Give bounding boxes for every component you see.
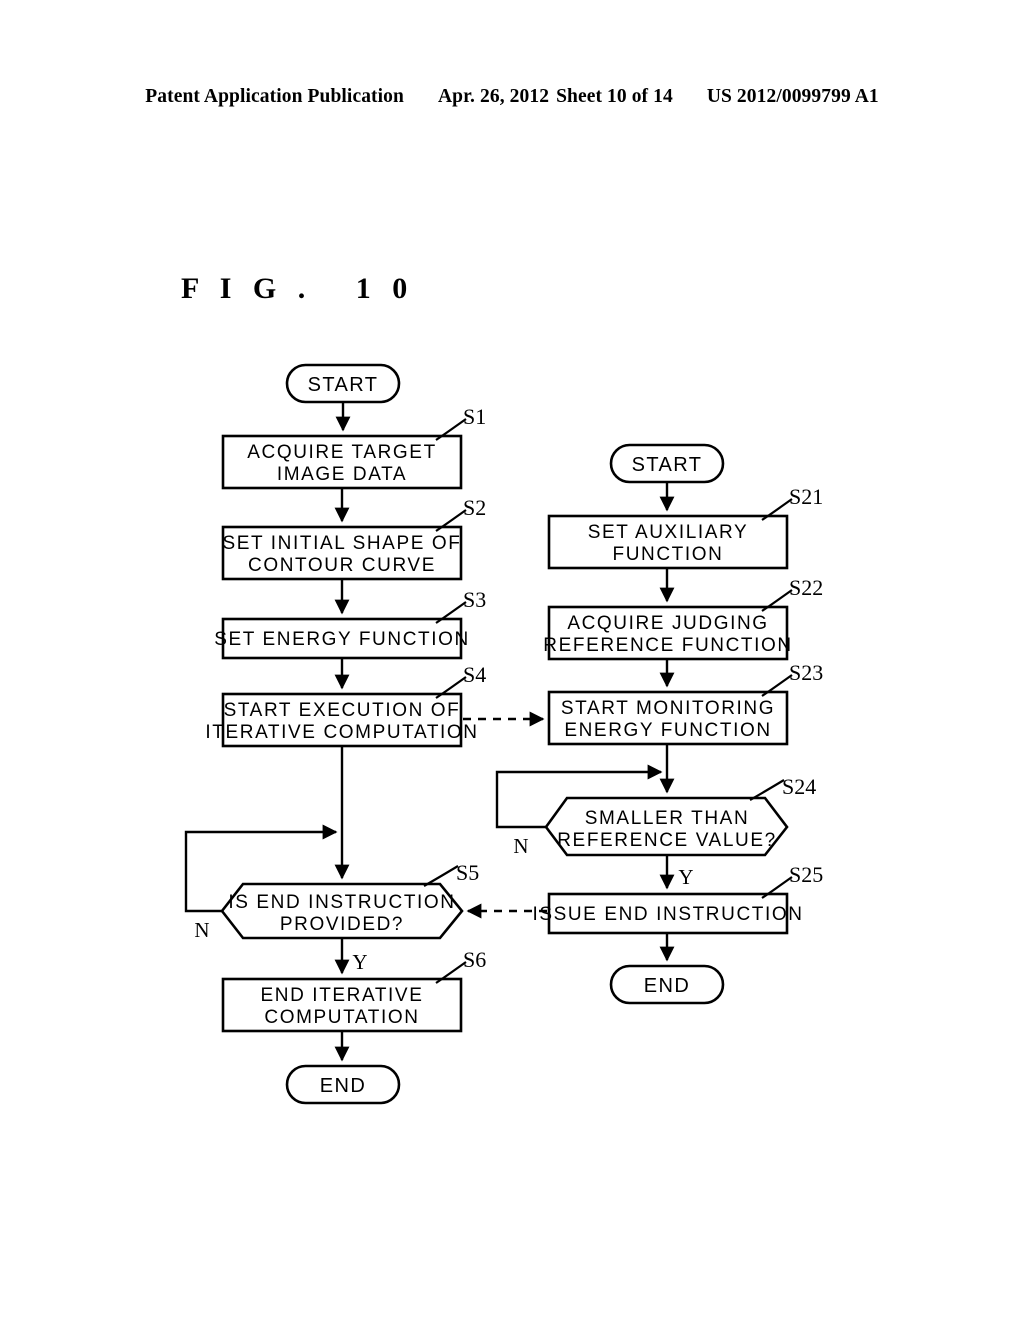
s4-text-line2: ITERATIVE COMPUTATION — [205, 722, 478, 743]
process-box-s6: END ITERATIVE COMPUTATION — [221, 977, 463, 1033]
s1-text-line1: ACQUIRE TARGET — [247, 442, 437, 463]
right-start-terminator: START — [609, 443, 725, 484]
s24-text-line2: REFERENCE VALUE? — [557, 830, 777, 851]
process-box-s3: SET ENERGY FUNCTION — [214, 617, 470, 660]
leader-line-s5 — [423, 865, 459, 887]
right-start-label: START — [632, 454, 703, 476]
process-box-s25: ISSUE END INSTRUCTION — [532, 892, 803, 935]
flowchart-diagram: START ACQUIRE TARGET IMAGE DATA S1 SET I… — [0, 0, 1024, 1320]
step-label-s3: S3 — [463, 587, 486, 612]
decision-hexagon-s24: SMALLER THAN REFERENCE VALUE? — [544, 796, 789, 857]
step-label-s4: S4 — [463, 662, 486, 687]
branch-label-s5-yes: Y — [352, 950, 367, 974]
process-box-s23: START MONITORING ENERGY FUNCTION — [547, 690, 789, 746]
s2-text-line1: SET INITIAL SHAPE OF — [223, 533, 462, 554]
step-label-s1: S1 — [463, 404, 486, 429]
s4-text-line1: START EXECUTION OF — [224, 700, 461, 721]
branch-label-s5-no: N — [194, 918, 209, 942]
step-label-s2: S2 — [463, 495, 486, 520]
left-start-label: START — [308, 374, 379, 396]
decision-hexagon-s5: IS END INSTRUCTION PROVIDED? — [220, 882, 464, 940]
s21-text-line1: SET AUXILIARY — [588, 522, 749, 543]
s24-text-line1: SMALLER THAN — [585, 808, 750, 829]
s2-text-line2: CONTOUR CURVE — [248, 555, 436, 576]
right-end-terminator: END — [609, 964, 725, 1005]
step-label-s23: S23 — [789, 660, 823, 685]
process-box-s4: START EXECUTION OF ITERATIVE COMPUTATION — [205, 692, 478, 748]
s23-text-line2: ENERGY FUNCTION — [564, 720, 771, 741]
left-end-terminator: END — [285, 1064, 401, 1105]
process-box-s22: ACQUIRE JUDGING REFERENCE FUNCTION — [543, 605, 792, 661]
s5-text-line1: IS END INSTRUCTION — [228, 892, 455, 913]
right-end-label: END — [644, 975, 690, 997]
s3-text-line1: SET ENERGY FUNCTION — [214, 629, 470, 650]
process-box-s1: ACQUIRE TARGET IMAGE DATA — [221, 434, 463, 490]
s6-text-line1: END ITERATIVE — [261, 985, 424, 1006]
s5-text-line2: PROVIDED? — [280, 914, 404, 935]
branch-label-s24-no: N — [513, 834, 528, 858]
process-box-s21: SET AUXILIARY FUNCTION — [547, 514, 789, 570]
s25-text-line1: ISSUE END INSTRUCTION — [532, 904, 803, 925]
s21-text-line2: FUNCTION — [613, 544, 724, 565]
step-label-s5: S5 — [456, 860, 479, 885]
leader-line-s24 — [749, 779, 785, 801]
left-end-label: END — [320, 1075, 366, 1097]
process-box-s2: SET INITIAL SHAPE OF CONTOUR CURVE — [221, 525, 463, 581]
s1-text-line2: IMAGE DATA — [277, 464, 407, 485]
branch-label-s24-yes: Y — [678, 865, 693, 889]
s6-text-line2: COMPUTATION — [264, 1007, 419, 1028]
s22-text-line1: ACQUIRE JUDGING — [567, 613, 768, 634]
step-label-s22: S22 — [789, 575, 823, 600]
step-label-s25: S25 — [789, 862, 823, 887]
s22-text-line2: REFERENCE FUNCTION — [543, 635, 792, 656]
left-start-terminator: START — [285, 363, 401, 404]
step-label-s24: S24 — [782, 774, 816, 799]
step-label-s21: S21 — [789, 484, 823, 509]
s23-text-line1: START MONITORING — [561, 698, 775, 719]
step-label-s6: S6 — [463, 947, 486, 972]
